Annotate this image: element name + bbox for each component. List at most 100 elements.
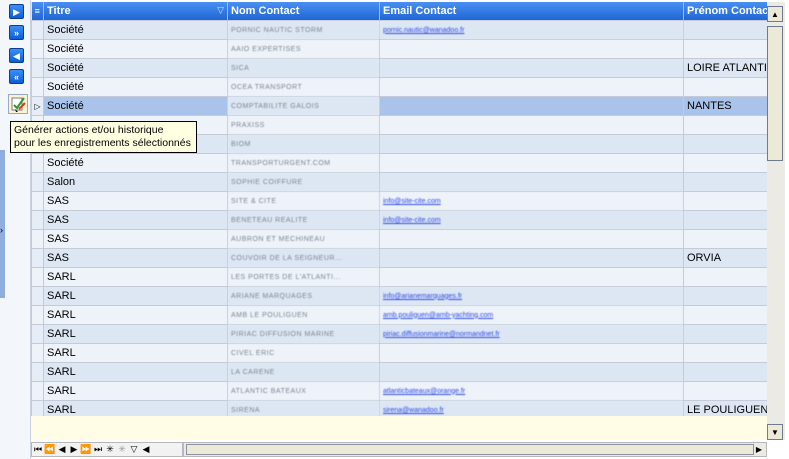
cell-prenom-contact[interactable]	[683, 381, 767, 401]
cell-email-contact[interactable]: sirena@wanadoo.fr	[379, 400, 684, 416]
cell-prenom-contact[interactable]: LOIRE ATLANTIQ	[683, 58, 767, 78]
cell-email-contact[interactable]	[379, 39, 684, 59]
next-record-icon[interactable]: ▶	[68, 443, 80, 456]
table-row[interactable]: SAS COUVOIR DE LA SEIGNEUR... ORVIA	[31, 248, 767, 268]
row-indicator[interactable]	[31, 58, 44, 78]
table-row[interactable]: SARL LA CARENE	[31, 362, 767, 382]
table-row[interactable]: Société TRANSPORTURGENT.COM	[31, 153, 767, 173]
row-indicator[interactable]	[31, 39, 44, 59]
cell-prenom-contact[interactable]	[683, 153, 767, 173]
cell-prenom-contact[interactable]	[683, 172, 767, 192]
cell-prenom-contact[interactable]	[683, 286, 767, 306]
cell-prenom-contact[interactable]	[683, 20, 767, 40]
cell-nom-contact[interactable]: COUVOIR DE LA SEIGNEUR...	[227, 248, 380, 268]
table-row[interactable]: SARL ARIANE MARQUAGES info@arianemarquages…	[31, 286, 767, 306]
cell-titre[interactable]: Société	[43, 39, 228, 59]
cell-prenom-contact[interactable]	[683, 134, 767, 154]
row-indicator[interactable]	[31, 305, 44, 325]
double-arrow-left-icon[interactable]: «	[9, 69, 24, 84]
cell-email-contact[interactable]	[379, 58, 684, 78]
cell-email-contact[interactable]: info@arianemarquages.fr	[379, 286, 684, 306]
cell-nom-contact[interactable]: AAIO EXPERTISES	[227, 39, 380, 59]
cell-email-contact[interactable]: info@site-cite.com	[379, 210, 684, 230]
cell-titre[interactable]: Société	[43, 77, 228, 97]
row-indicator[interactable]	[31, 172, 44, 192]
row-indicator[interactable]	[31, 381, 44, 401]
cell-nom-contact[interactable]: PORNIC NAUTIC STORM	[227, 20, 380, 40]
cell-titre[interactable]: SARL	[43, 343, 228, 363]
next-page-icon[interactable]: ⏩	[80, 443, 92, 456]
column-header-nom-contact[interactable]: Nom Contact	[227, 2, 380, 21]
cell-prenom-contact[interactable]	[683, 39, 767, 59]
cell-email-contact[interactable]: atlanticbateaux@orange.fr	[379, 381, 684, 401]
cell-titre[interactable]: SARL	[43, 362, 228, 382]
cell-titre[interactable]: SARL	[43, 400, 228, 416]
scroll-down-icon[interactable]: ▼	[767, 424, 783, 440]
scrollbar-thumb[interactable]	[767, 26, 783, 161]
side-panel-toggle-icon[interactable]: ›	[0, 225, 6, 235]
table-row[interactable]: SARL SIRENA sirena@wanadoo.fr LE POULIGUEN	[31, 400, 767, 416]
cell-prenom-contact[interactable]: LE POULIGUEN	[683, 400, 767, 416]
cell-email-contact[interactable]	[379, 229, 684, 249]
table-row[interactable]: Société SICA LOIRE ATLANTIQ	[31, 58, 767, 78]
row-indicator[interactable]	[31, 400, 44, 416]
cell-nom-contact[interactable]: OCEA TRANSPORT	[227, 77, 380, 97]
cell-email-contact[interactable]	[379, 267, 684, 287]
cell-prenom-contact[interactable]	[683, 362, 767, 382]
cell-nom-contact[interactable]: LES PORTES DE L'ATLANTI...	[227, 267, 380, 287]
delete-icon[interactable]: ✳	[116, 443, 128, 456]
cell-email-contact[interactable]	[379, 115, 684, 135]
table-row[interactable]: SAS BENETEAU REALITE info@site-cite.com	[31, 210, 767, 230]
cell-email-contact[interactable]	[379, 248, 684, 268]
cell-prenom-contact[interactable]	[683, 115, 767, 135]
prev-record-icon[interactable]: ◀	[56, 443, 68, 456]
generate-actions-button[interactable]	[8, 94, 28, 114]
cell-nom-contact[interactable]: SITE & CITE	[227, 191, 380, 211]
cell-email-contact[interactable]	[379, 134, 684, 154]
row-indicator[interactable]	[31, 229, 44, 249]
row-indicator[interactable]	[31, 248, 44, 268]
cell-titre[interactable]: Société	[43, 153, 228, 173]
cell-prenom-contact[interactable]	[683, 77, 767, 97]
row-indicator[interactable]	[31, 153, 44, 173]
cell-nom-contact[interactable]: LA CARENE	[227, 362, 380, 382]
cell-email-contact[interactable]: pornic.nautic@wanadoo.fr	[379, 20, 684, 40]
row-indicator[interactable]	[31, 20, 44, 40]
cell-prenom-contact[interactable]	[683, 210, 767, 230]
column-header-prenom-contact[interactable]: Prénom Contac	[683, 2, 767, 21]
table-row[interactable]: SARL AMB LE POULIGUEN amb.pouliguen@amb-ya…	[31, 305, 767, 325]
column-header-titre[interactable]: Titre ▽	[43, 2, 228, 21]
cell-nom-contact[interactable]: ARIANE MARQUAGES	[227, 286, 380, 306]
cell-titre[interactable]: SAS	[43, 191, 228, 211]
vertical-scrollbar[interactable]: ▲ ▼	[767, 2, 785, 440]
cell-nom-contact[interactable]: AMB LE POULIGUEN	[227, 305, 380, 325]
table-row[interactable]: SARL ATLANTIC BATEAUX atlanticbateaux@oran…	[31, 381, 767, 401]
cell-prenom-contact[interactable]	[683, 191, 767, 211]
cell-email-contact[interactable]	[379, 172, 684, 192]
row-indicator[interactable]	[31, 210, 44, 230]
table-row[interactable]: Société PORNIC NAUTIC STORM pornic.nautic@…	[31, 20, 767, 40]
first-record-icon[interactable]: ⏮	[32, 443, 44, 456]
cell-nom-contact[interactable]: BENETEAU REALITE	[227, 210, 380, 230]
table-row[interactable]: Société OCEA TRANSPORT	[31, 77, 767, 97]
cell-titre[interactable]: SAS	[43, 229, 228, 249]
cell-prenom-contact[interactable]	[683, 229, 767, 249]
table-row[interactable]: Société AAIO EXPERTISES	[31, 39, 767, 59]
cell-nom-contact[interactable]: TRANSPORTURGENT.COM	[227, 153, 380, 173]
cell-titre[interactable]: SARL	[43, 267, 228, 287]
filter-icon[interactable]: ▽	[128, 443, 140, 456]
cell-email-contact[interactable]	[379, 362, 684, 382]
scroll-right-icon[interactable]: ▶	[752, 443, 766, 456]
cell-nom-contact[interactable]: ATLANTIC BATEAUX	[227, 381, 380, 401]
cell-prenom-contact[interactable]: ORVIA	[683, 248, 767, 268]
cell-nom-contact[interactable]: SOPHIE COIFFURE	[227, 172, 380, 192]
cell-prenom-contact[interactable]: NANTES	[683, 96, 767, 116]
table-row[interactable]: SARL PIRIAC DIFFUSION MARINE piriac.diffus…	[31, 324, 767, 344]
last-record-icon[interactable]: ⏭	[92, 443, 104, 456]
row-indicator[interactable]	[31, 191, 44, 211]
scroll-left-icon[interactable]: ◀	[140, 443, 152, 456]
cell-titre[interactable]: Société	[43, 20, 228, 40]
double-arrow-right-icon[interactable]: »	[9, 25, 24, 40]
cell-email-contact[interactable]: amb.pouliguen@amb-yachting.com	[379, 305, 684, 325]
scroll-up-icon[interactable]: ▲	[767, 6, 783, 22]
